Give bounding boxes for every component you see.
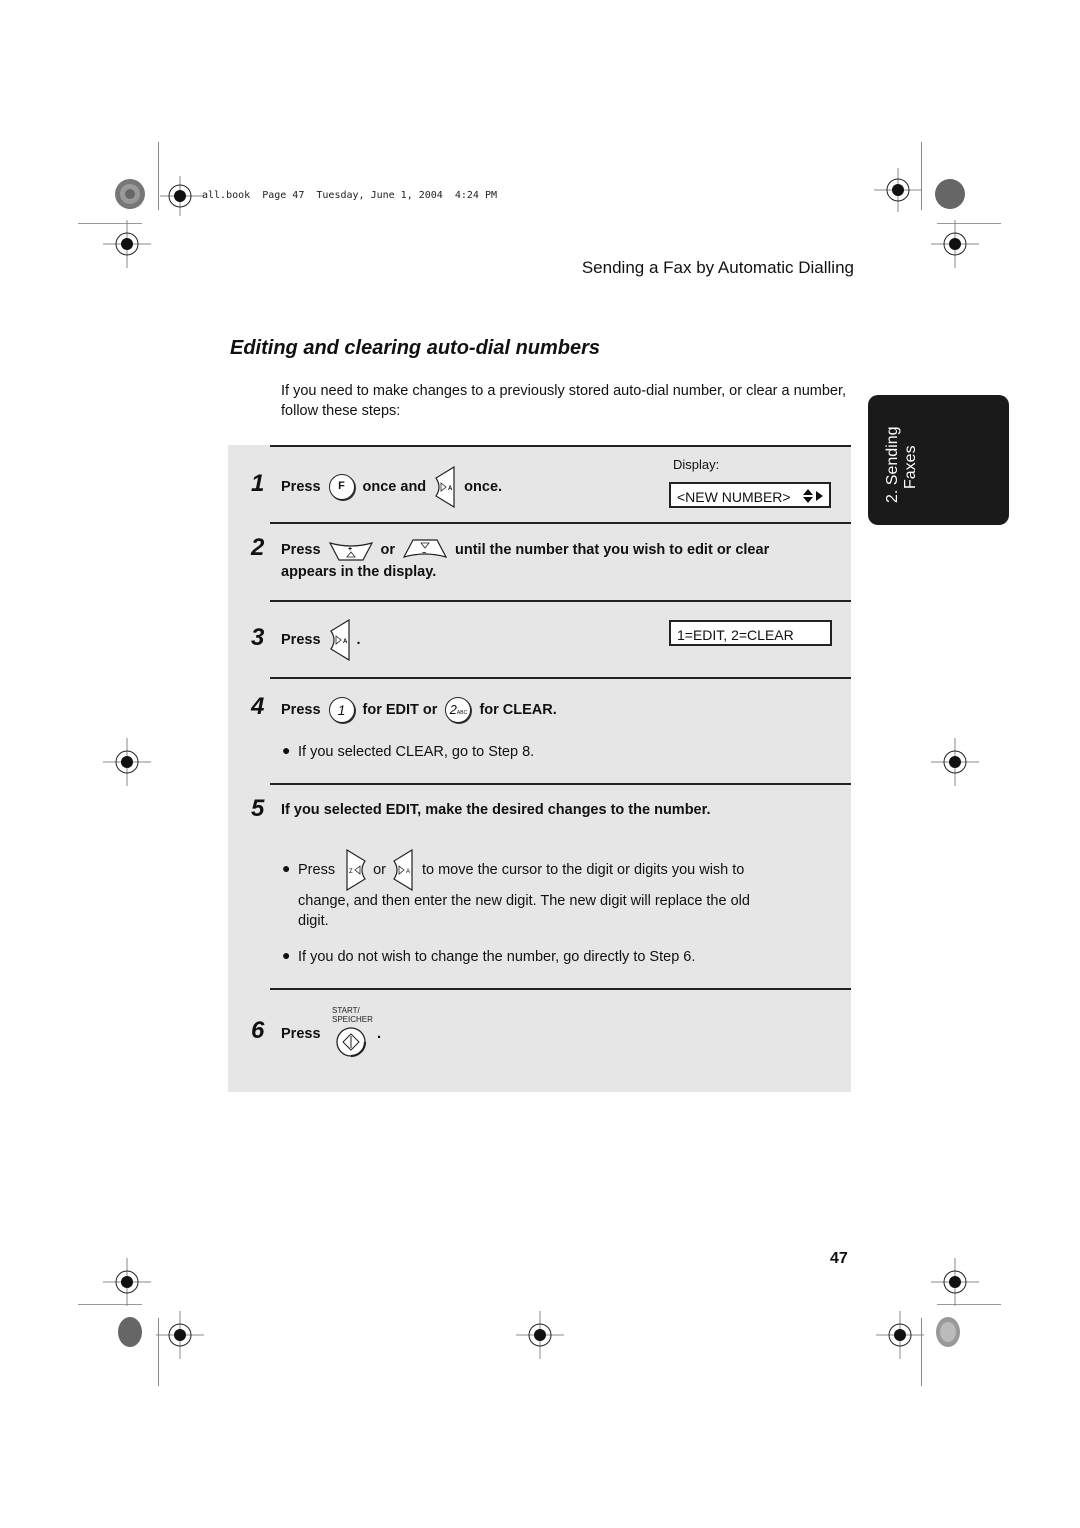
- step-text: or: [380, 542, 396, 558]
- step-text: for EDIT or: [362, 702, 438, 718]
- chapter-tab-line2: Faxes: [902, 445, 919, 489]
- up-down-right-arrows-icon: [803, 489, 823, 503]
- crosshair-registration-icon: [876, 1311, 924, 1359]
- start-key-label-bottom: SPEICHER: [332, 1015, 373, 1024]
- step-text: Press: [281, 542, 321, 558]
- step-divider: [270, 445, 851, 447]
- step-divider: [270, 522, 851, 524]
- page-number: 47: [830, 1250, 848, 1267]
- start-key-label: START/ SPEICHER: [332, 1006, 373, 1024]
- lcd-display: 1=EDIT, 2=CLEAR: [669, 620, 832, 646]
- step-text: .: [356, 632, 361, 648]
- intro-paragraph: If you need to make changes to a previou…: [281, 383, 847, 419]
- step-number: 6: [251, 1017, 265, 1044]
- bullet-text: If you do not wish to change the number,…: [298, 949, 696, 965]
- bullet-icon: ●: [282, 742, 291, 758]
- step-divider: [270, 677, 851, 679]
- step-number: 1: [251, 470, 265, 497]
- step-text: once and: [362, 479, 427, 495]
- section-title: Editing and clearing auto-dial numbers: [230, 337, 601, 359]
- step-number: 4: [251, 693, 265, 720]
- svg-text:A: A: [406, 869, 410, 875]
- right-arrow-key-icon: A: [329, 619, 350, 661]
- crosshair-registration-icon: [103, 738, 151, 786]
- crosshair-registration-icon: [931, 1258, 979, 1306]
- crosshair-registration-icon: [931, 738, 979, 786]
- step-number: 5: [251, 795, 265, 822]
- step-text: Press: [281, 632, 321, 648]
- step-text: If you selected EDIT, make the desired c…: [281, 802, 711, 818]
- chapter-tab-label: 2. Sending Faxes: [868, 395, 1009, 525]
- svg-text:A: A: [448, 486, 453, 492]
- bullet-icon: ●: [282, 947, 291, 963]
- right-arrow-key-icon: A: [393, 849, 413, 891]
- down-key-icon: −: [403, 539, 448, 558]
- crosshair-registration-icon: [156, 1311, 204, 1359]
- step-text: until the number that you wish to edit o…: [455, 542, 770, 558]
- start-key-icon: [336, 1027, 367, 1058]
- step-text: for CLEAR.: [479, 702, 557, 718]
- crosshair-registration-icon: [874, 168, 922, 212]
- step-divider: [270, 600, 851, 602]
- starburst-registration-icon: [936, 1317, 960, 1347]
- bullet-icon: ●: [282, 860, 291, 876]
- step-text: appears in the display.: [281, 564, 437, 580]
- starburst-registration-icon: [115, 179, 145, 209]
- bullet-text: digit.: [298, 913, 329, 929]
- key-digit: 2: [449, 702, 457, 717]
- crosshair-registration-icon: [931, 220, 979, 268]
- digit-2-abc-key-icon: 2ABC: [445, 697, 472, 723]
- print-header: all.book Page 47 Tuesday, June 1, 2004 4…: [202, 190, 498, 201]
- svg-text:−: −: [422, 550, 426, 557]
- step-text: .: [377, 1026, 382, 1042]
- crosshair-registration-icon: [160, 176, 204, 216]
- step-text: Press: [281, 479, 321, 495]
- step-number: 3: [251, 624, 265, 651]
- chapter-tab-line1: 2. Sending: [884, 426, 901, 503]
- display-label: Display:: [673, 457, 720, 472]
- crosshair-registration-icon: [103, 1258, 151, 1306]
- start-key-label-top: START/: [332, 1006, 360, 1015]
- gray-registration-circle-icon: [935, 179, 965, 209]
- svg-text:+: +: [348, 546, 352, 553]
- lcd-display: <NEW NUMBER>: [669, 482, 831, 508]
- step-number: 2: [251, 534, 265, 561]
- bullet-text: If you selected CLEAR, go to Step 8.: [298, 744, 535, 760]
- step-divider: [270, 988, 851, 990]
- svg-text:A: A: [343, 639, 348, 645]
- gray-registration-circle-icon: [118, 1317, 142, 1347]
- crosshair-registration-icon: [103, 220, 151, 268]
- digit-1-key-icon: 1: [328, 697, 355, 723]
- crosshair-registration-icon: [516, 1311, 564, 1359]
- step-text: Press: [281, 702, 321, 718]
- left-arrow-key-icon: Z: [346, 849, 366, 891]
- lcd-text: <NEW NUMBER>: [677, 489, 791, 505]
- step-text: Press: [281, 1026, 321, 1042]
- bullet-text: change, and then enter the new digit. Th…: [298, 893, 750, 909]
- key-letters: ABC: [456, 710, 468, 716]
- bullet-text: Press: [298, 862, 336, 878]
- f-function-key-icon: F: [328, 474, 355, 500]
- bullet-text: to move the cursor to the digit or digit…: [421, 862, 745, 878]
- svg-text:Z: Z: [349, 869, 353, 875]
- step-text: once.: [464, 479, 503, 495]
- bullet-text: or: [373, 862, 386, 878]
- up-key-icon: +: [328, 542, 373, 561]
- right-arrow-key-icon: A: [435, 466, 455, 508]
- step-divider: [270, 783, 851, 785]
- running-head: Sending a Fax by Automatic Dialling: [581, 258, 854, 277]
